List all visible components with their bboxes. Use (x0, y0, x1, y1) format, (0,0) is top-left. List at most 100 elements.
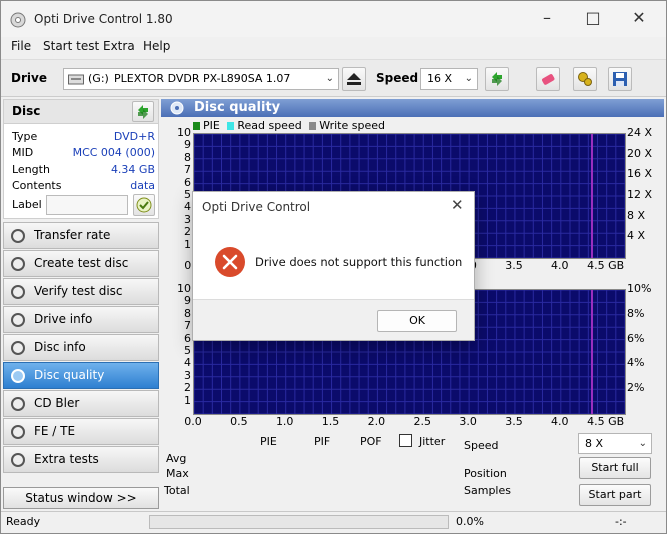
chevron-down-icon: ⌄ (638, 438, 647, 449)
disc-check-icon (136, 197, 152, 213)
status-window-button[interactable]: Status window >> (3, 487, 159, 509)
legend-write-speed: Write speed (319, 119, 385, 132)
nav-extra-tests[interactable]: Extra tests (3, 446, 159, 473)
nav-create-test-disc[interactable]: Create test disc (3, 250, 159, 277)
info-value: MCC 004 (000) (72, 146, 155, 159)
nav-transfer-rate[interactable]: Transfer rate (3, 222, 159, 249)
disc-icon (11, 397, 25, 411)
save-button[interactable] (608, 67, 632, 91)
y-tick-left: 10 (177, 282, 191, 295)
nav-disc-quality[interactable]: Disc quality (3, 362, 159, 389)
x-tick: 2.0 (367, 415, 386, 428)
drive-name: PLEXTOR DVDR PX-L890SA 1.07 (114, 72, 291, 85)
menu-file[interactable]: File (11, 39, 31, 53)
y-tick-left: 1 (184, 393, 191, 407)
y-tick-left: 6 (184, 331, 191, 345)
legend-swatch-pie (193, 122, 200, 130)
y-tick-right: 4 X (627, 229, 646, 243)
x-tick: 4.5 GB (587, 415, 625, 428)
col-pie: PIE (260, 435, 277, 448)
col-pof: POF (360, 435, 382, 448)
y-tick-right: 8 X (627, 208, 646, 222)
dialog-title: Opti Drive Control (202, 200, 311, 214)
disc-icon (11, 313, 25, 327)
progress-percent: 0.0% (456, 515, 484, 528)
y-tick-left: 8 (184, 150, 191, 164)
test-speed-select[interactable]: 8 X ⌄ (578, 433, 652, 454)
y-tick-left: 6 (184, 175, 191, 189)
disc-label-field[interactable] (46, 195, 128, 215)
disc-icon (11, 453, 25, 467)
disc-panel-title: Disc (12, 104, 41, 118)
elapsed-time: -:- (615, 515, 627, 528)
y-tick-right: 24 X (627, 126, 653, 139)
y-tick-left: 5 (184, 344, 191, 357)
y-tick-left: 1 (184, 237, 191, 251)
y-tick-left: 2 (184, 381, 191, 395)
x-tick: 3.5 (505, 259, 523, 272)
nav-verify-test-disc[interactable]: Verify test disc (3, 278, 159, 305)
y-tick-left: 9 (184, 138, 191, 152)
samples-label: Samples (464, 484, 511, 497)
refresh-speed-button[interactable] (485, 67, 509, 91)
menu-start-test[interactable]: Start test (43, 39, 99, 53)
nav-fe-te[interactable]: FE / TE (3, 418, 159, 445)
nav-drive-info[interactable]: Drive info (3, 306, 159, 333)
y-tick-right: 10% (627, 282, 652, 295)
erase-button[interactable] (536, 67, 560, 91)
nav-disc-info[interactable]: Disc info (3, 334, 159, 361)
disc-icon (11, 425, 25, 439)
drive-label: Drive (11, 71, 47, 85)
y-tick-left: 9 (184, 294, 191, 308)
x-tick: 4.0 (551, 415, 569, 428)
sidebar: Disc Type DVD+R MID MCC 004 (000) Length 4.… (3, 99, 159, 511)
x-tick: 4.5 GB (587, 259, 625, 272)
info-key: Length (12, 163, 50, 176)
menu-extra[interactable]: Extra (103, 39, 135, 53)
minimize-button[interactable]: – (532, 7, 562, 31)
chevron-down-icon: ⌄ (325, 73, 334, 84)
x-tick: 2.5 (413, 415, 432, 428)
disc-icon (170, 101, 184, 115)
row-total: Total (164, 484, 190, 497)
start-part-button[interactable]: Start part (579, 484, 651, 506)
progress-bar (149, 515, 449, 529)
dialog-close-button[interactable]: ✕ (451, 196, 464, 214)
nav-cd-bler[interactable]: CD Bler (3, 390, 159, 417)
close-button[interactable]: ✕ (624, 7, 654, 31)
info-key: MID (12, 146, 34, 159)
settings-button[interactable] (573, 67, 597, 91)
label-apply-button[interactable] (133, 194, 155, 216)
y-tick-left: 5 (184, 188, 191, 201)
info-value: DVD+R (113, 130, 155, 143)
info-key: Type (12, 130, 38, 143)
refresh-arrows-icon (138, 105, 148, 119)
label-key: Label (12, 198, 42, 211)
y-tick-left: 10 (177, 126, 191, 139)
x-tick: 3.5 (505, 415, 523, 428)
speed-select[interactable]: 16 X ⌄ (420, 68, 478, 90)
error-dialog: Opti Drive Control ✕ Drive does not supp… (192, 191, 475, 341)
panel-title: Disc quality (194, 100, 281, 115)
ok-button[interactable]: OK (377, 310, 457, 332)
y-tick-left: 4 (184, 200, 191, 214)
jitter-checkbox[interactable] (399, 434, 412, 447)
menu-help[interactable]: Help (143, 39, 170, 53)
app-icon (10, 12, 26, 28)
refresh-disc-button[interactable] (132, 101, 154, 122)
y-tick-left: 4 (184, 356, 191, 370)
start-full-button[interactable]: Start full (579, 457, 651, 479)
x-tick: 4.0 (551, 259, 569, 272)
disc-panel-header: Disc (4, 100, 158, 124)
maximize-button[interactable]: □ (578, 7, 608, 31)
drive-select[interactable]: (G:) PLEXTOR DVDR PX-L890SA 1.07 ⌄ (63, 68, 339, 90)
eject-button[interactable] (342, 67, 366, 91)
y-tick-left: 3 (184, 368, 191, 382)
speed-label: Speed (376, 71, 419, 85)
toolbar: Drive (G:) PLEXTOR DVDR PX-L890SA 1.07 ⌄… (1, 59, 666, 97)
disc-icon (11, 341, 25, 355)
dialog-message: Drive does not support this function (255, 255, 463, 269)
nav-label: FE / TE (34, 424, 76, 438)
legend-swatch-write (309, 122, 317, 130)
eject-icon (347, 73, 361, 85)
